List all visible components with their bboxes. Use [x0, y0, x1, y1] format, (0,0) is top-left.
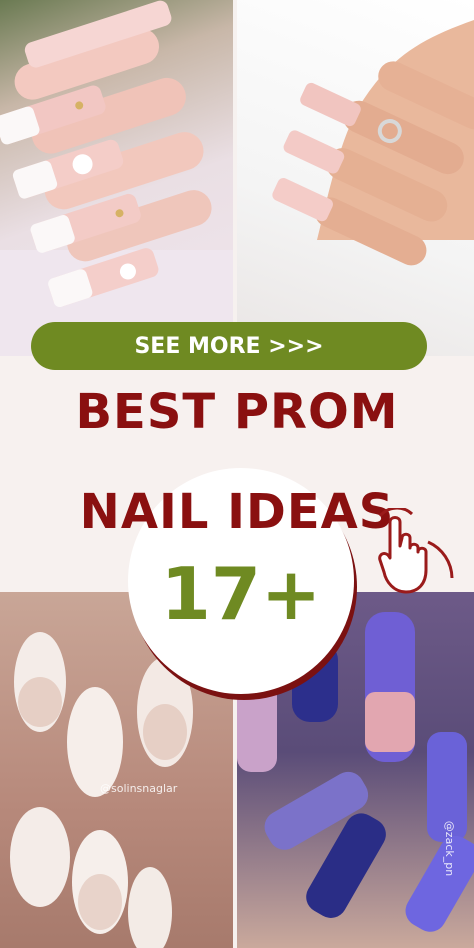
- watermark-bottom-right: @zack_pn: [443, 820, 457, 877]
- headline-line-1: BEST PROM: [75, 384, 399, 440]
- idea-count: 17+: [160, 552, 322, 636]
- photo-nude-coffin-nails: [237, 0, 474, 356]
- pointing-hand-icon: [372, 506, 462, 602]
- see-more-button[interactable]: SEE MORE >>>: [31, 322, 427, 370]
- watermark-bottom-left: @solinsnaglar: [100, 782, 178, 795]
- photo-pink-french-nails: [0, 0, 233, 356]
